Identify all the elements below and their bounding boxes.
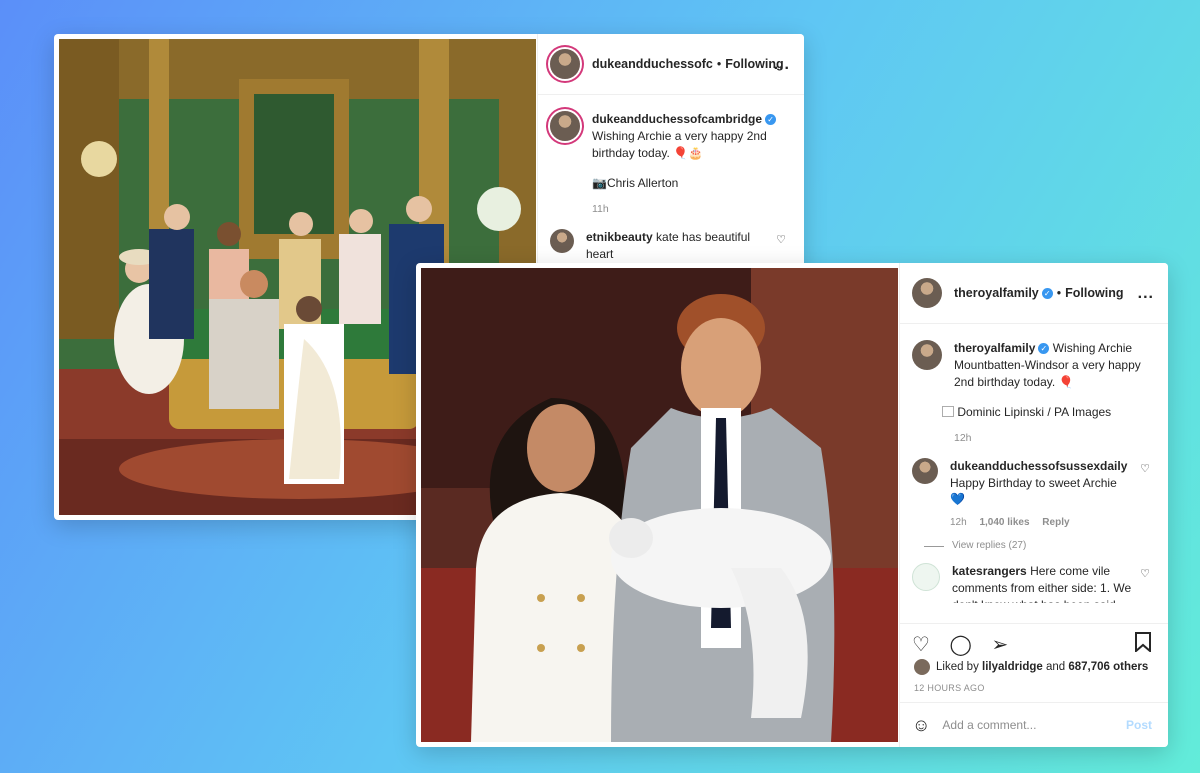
username-link[interactable]: dukeandduchessofc xyxy=(592,57,713,71)
avatar[interactable] xyxy=(550,228,574,253)
comment-username[interactable]: dukeandduchessofsussexdaily xyxy=(950,459,1127,473)
like-comment-heart-icon[interactable]: ♡ xyxy=(1140,462,1150,477)
bookmark-icon[interactable] xyxy=(1134,632,1152,658)
post-card-royalfamily: theroyalfamily ✓ • Following ... theroyal… xyxy=(416,263,1168,747)
post-header: theroyalfamily ✓ • Following ... xyxy=(900,263,1168,324)
verified-badge-icon: ✓ xyxy=(765,114,777,125)
liked-by-prefix: Liked by xyxy=(936,661,979,673)
verified-badge-icon: ✓ xyxy=(1038,343,1050,354)
comment-username[interactable]: katesrangers xyxy=(952,564,1027,578)
couple-with-baby-image xyxy=(421,268,898,742)
post-header: dukeandduchessofc • Following ... xyxy=(538,34,804,95)
liked-by-user[interactable]: lilyaldridge xyxy=(982,661,1043,673)
add-comment-bar: ☺ Add a comment... Post xyxy=(900,702,1168,747)
avatar[interactable] xyxy=(550,49,580,79)
username-link[interactable]: theroyalfamily xyxy=(954,286,1039,300)
comment-text: Happy Birthday to sweet Archie 💙 xyxy=(950,475,1117,507)
avatar[interactable] xyxy=(912,340,942,370)
comment-item: etnikbeauty kate has beautiful heart ♡ xyxy=(538,217,804,263)
verified-badge-icon: ✓ xyxy=(1041,287,1053,299)
comment-item: katesrangers Here come vile comments fro… xyxy=(900,551,1168,603)
separator-dot: • xyxy=(1056,286,1062,300)
comment-time[interactable]: 12h xyxy=(950,517,967,528)
avatar[interactable] xyxy=(912,457,938,484)
liker-avatar[interactable] xyxy=(914,659,930,675)
more-options-icon[interactable]: ... xyxy=(1138,285,1154,303)
more-options-icon[interactable]: ... xyxy=(774,56,790,74)
caption-text: Wishing Archie a very happy 2nd birthday… xyxy=(592,128,767,160)
comment-username[interactable]: etnikbeauty xyxy=(586,230,653,244)
post-caption: dukeandduchessofcambridge ✓ Wishing Archi… xyxy=(538,95,804,217)
liked-by-line: Liked by lilyaldridge and 687,706 others xyxy=(914,659,1148,675)
like-heart-icon[interactable]: ♡ xyxy=(912,632,930,657)
photo-credit: 📷Chris Allerton xyxy=(592,176,679,191)
post-caption: theroyalfamily ✓ Wishing Archie Mountbatt… xyxy=(900,324,1168,446)
post-photo-couple[interactable] xyxy=(421,268,898,742)
emoji-smiley-icon[interactable]: ☺ xyxy=(912,715,930,736)
like-comment-heart-icon[interactable]: ♡ xyxy=(776,233,786,248)
liked-by-and: and xyxy=(1045,661,1066,673)
reply-button[interactable]: Reply xyxy=(1042,517,1069,528)
caption-username[interactable]: theroyalfamily xyxy=(954,341,1035,355)
comment-item: dukeandduchessofsussexdaily Happy Birthd… xyxy=(900,446,1168,530)
liked-by-others[interactable]: 687,706 others xyxy=(1068,661,1148,673)
post-time[interactable]: 12h xyxy=(954,431,1156,446)
avatar[interactable] xyxy=(550,111,580,141)
separator-dot: • xyxy=(716,57,722,71)
post-actions-bar: ♡ ◯ ➢ xyxy=(900,623,1168,662)
comment-likes[interactable]: 1,040 likes xyxy=(979,517,1029,528)
comment-meta: 12h 1,040 likes Reply xyxy=(950,516,1132,530)
caption-username[interactable]: dukeandduchessofcambridge xyxy=(592,112,762,126)
photo-credit: ⃞ Dominic Lipinski / PA Images xyxy=(954,405,1112,420)
avatar[interactable] xyxy=(912,563,940,592)
view-replies-button[interactable]: View replies (27) xyxy=(900,530,1168,551)
post-comment-button[interactable]: Post xyxy=(1126,718,1152,732)
post-time[interactable]: 11h xyxy=(592,202,792,217)
like-comment-heart-icon[interactable]: ♡ xyxy=(1140,567,1150,582)
following-button[interactable]: Following xyxy=(1065,286,1123,300)
post-sidebar: theroyalfamily ✓ • Following ... theroyal… xyxy=(899,263,1168,747)
share-paper-plane-icon[interactable]: ➢ xyxy=(991,632,1008,657)
add-comment-input[interactable]: Add a comment... xyxy=(942,718,1036,732)
comment-bubble-icon[interactable]: ◯ xyxy=(950,632,972,657)
post-timestamp[interactable]: 12 HOURS AGO xyxy=(914,683,985,693)
avatar[interactable] xyxy=(912,278,942,308)
